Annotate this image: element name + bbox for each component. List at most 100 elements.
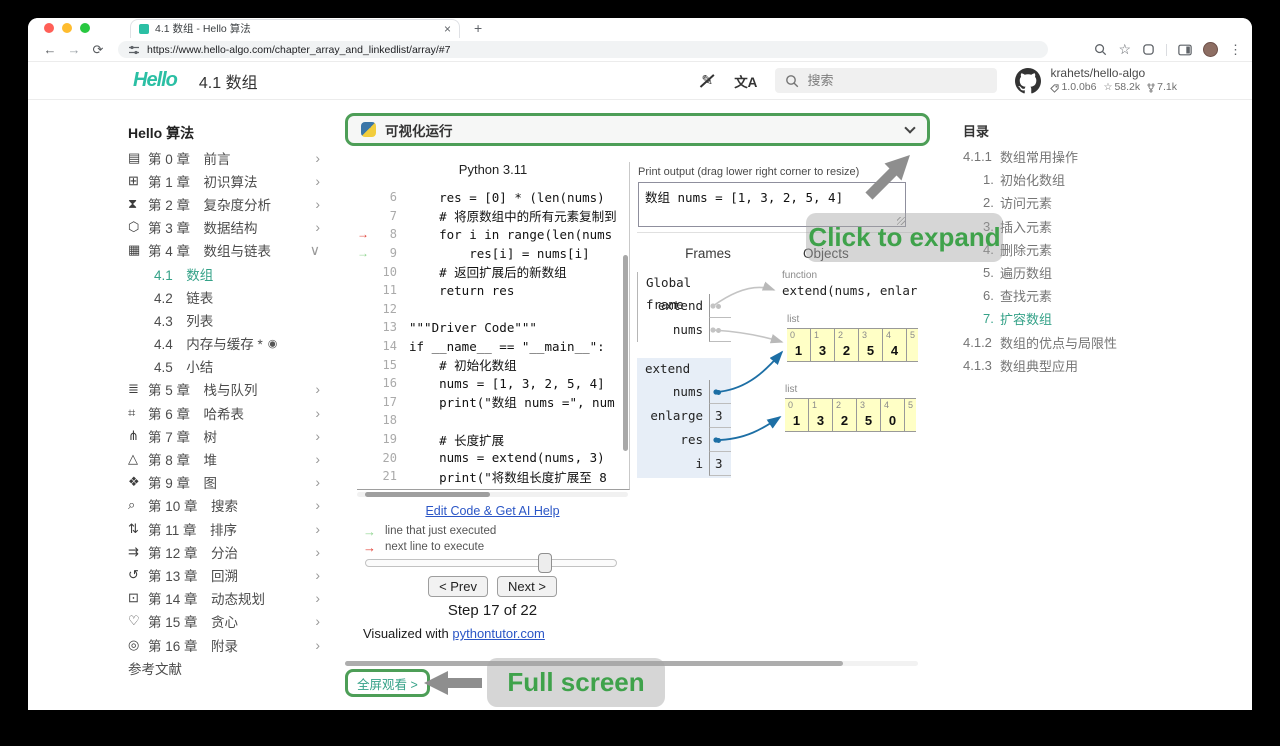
- address-bar[interactable]: https://www.hello-algo.com/chapter_array…: [118, 41, 1048, 58]
- toc-item[interactable]: 2. 访问元素: [963, 191, 1208, 214]
- sidebar-item[interactable]: △ 第 8 章 堆 ›: [128, 447, 320, 470]
- sidebar-item[interactable]: ▤ 第 0 章 前言 ›: [128, 146, 320, 169]
- sidebar-item[interactable]: ↺ 第 13 章 回溯 ›: [128, 563, 320, 586]
- slider-handle[interactable]: [538, 553, 552, 573]
- star-icon: ☆: [1103, 82, 1112, 95]
- pointer-dot: [716, 438, 721, 443]
- sidebar-item[interactable]: ≣ 第 5 章 栈与队列 ›: [128, 378, 320, 401]
- sidebar-item[interactable]: ❖ 第 9 章 图 ›: [128, 471, 320, 494]
- sidebar-item[interactable]: ⋔ 第 7 章 树 ›: [128, 424, 320, 447]
- chevron-icon[interactable]: ›: [315, 590, 320, 606]
- reload-button[interactable]: ⟳: [86, 42, 110, 58]
- sidebar-item[interactable]: 参考文献: [128, 656, 320, 679]
- theme-toggle-icon[interactable]: ✎: [698, 72, 716, 89]
- pythontutor-link[interactable]: pythontutor.com: [452, 626, 545, 641]
- back-button[interactable]: ←: [38, 42, 62, 57]
- edit-code-link[interactable]: Edit Code & Get AI Help: [357, 504, 628, 518]
- scrollbar-thumb[interactable]: [365, 492, 490, 497]
- chevron-icon[interactable]: ›: [315, 428, 320, 444]
- pointer-dot: [716, 328, 721, 333]
- sidebar-item[interactable]: ⊞ 第 1 章 初识算法 ›: [128, 169, 320, 192]
- browser-menu-icon[interactable]: ⋮: [1229, 42, 1242, 58]
- search-box[interactable]: [775, 68, 997, 93]
- bookmark-star-icon[interactable]: ☆: [1118, 41, 1131, 58]
- sidebar-item[interactable]: 4.2 链表: [128, 285, 320, 308]
- prev-button[interactable]: < Prev: [428, 576, 488, 597]
- sidebar-item[interactable]: ⇅ 第 11 章 排序 ›: [128, 517, 320, 540]
- chevron-icon[interactable]: ∨: [310, 242, 320, 259]
- chevron-icon[interactable]: ›: [315, 637, 320, 653]
- sidebar-item[interactable]: ◎ 第 16 章 附录 ›: [128, 633, 320, 656]
- code-horizontal-scrollbar[interactable]: [357, 492, 628, 497]
- sidebar-item[interactable]: ⬡ 第 3 章 数据结构 ›: [128, 216, 320, 239]
- sidebar-item[interactable]: ⌕ 第 10 章 搜索 ›: [128, 494, 320, 517]
- chevron-icon[interactable]: ›: [315, 613, 320, 629]
- chevron-icon[interactable]: ›: [315, 150, 320, 166]
- code-text: if __name__ == "__main__":: [409, 339, 605, 354]
- sidebar-item[interactable]: ♡ 第 15 章 贪心 ›: [128, 610, 320, 633]
- chevron-icon[interactable]: ›: [315, 451, 320, 467]
- browser-tab[interactable]: 4.1 数组 - Hello 算法 ×: [130, 19, 460, 38]
- sidebar-item[interactable]: 4.5 小结: [128, 355, 320, 378]
- line-number: 11: [375, 283, 397, 297]
- list-cell: 4 4: [882, 328, 907, 362]
- next-button[interactable]: Next >: [497, 576, 557, 597]
- screenshot-root: 4.1 数组 - Hello 算法 × + ← → ⟳ https://www.…: [0, 0, 1280, 746]
- language-icon[interactable]: 文A: [734, 71, 757, 91]
- extensions-icon[interactable]: [1142, 43, 1155, 56]
- sidebar-item[interactable]: ▦ 第 4 章 数组与链表 ∨: [128, 239, 320, 262]
- code-pane[interactable]: Python 3.11 6 res = [0] * (len(nums) 7 #…: [357, 162, 630, 490]
- sidebar-item[interactable]: Hello 算法: [128, 120, 320, 146]
- side-panel-icon[interactable]: [1178, 44, 1192, 56]
- chevron-icon[interactable]: ›: [315, 567, 320, 583]
- toc-item[interactable]: 7. 扩容数组: [963, 307, 1208, 330]
- chevron-icon[interactable]: ›: [315, 497, 320, 513]
- profile-avatar[interactable]: [1203, 42, 1218, 57]
- chevron-icon[interactable]: ›: [315, 219, 320, 235]
- maximize-window-button[interactable]: [80, 23, 90, 33]
- zoom-icon[interactable]: [1094, 43, 1107, 56]
- chevron-icon[interactable]: ›: [315, 521, 320, 537]
- toc-item[interactable]: 1. 初始化数组: [963, 168, 1208, 191]
- github-icon: [1015, 68, 1041, 94]
- toc-item[interactable]: 4.1.2 数组的优点与局限性: [963, 331, 1208, 354]
- chevron-icon[interactable]: ›: [315, 544, 320, 560]
- toc-item[interactable]: 6. 查找元素: [963, 284, 1208, 307]
- forward-button[interactable]: →: [62, 42, 86, 57]
- code-vertical-scrollbar[interactable]: [623, 255, 628, 451]
- close-tab-icon[interactable]: ×: [444, 22, 451, 36]
- sidebar-item[interactable]: 4.3 列表: [128, 308, 320, 331]
- chevron-down-icon[interactable]: [904, 122, 915, 133]
- fullscreen-button[interactable]: 全屏观看 >: [345, 669, 430, 697]
- chevron-icon[interactable]: ›: [315, 474, 320, 490]
- toc-item[interactable]: 4.1.1 数组常用操作: [963, 145, 1208, 168]
- site-settings-icon[interactable]: [128, 44, 140, 56]
- github-repo-link[interactable]: krahets/hello-algo 1.0.0b6 ☆58.2k 7.1k: [1015, 66, 1177, 94]
- chevron-icon[interactable]: ›: [315, 173, 320, 189]
- sidebar-item[interactable]: 4.4 内存与缓存 * ◉: [128, 332, 320, 355]
- toc-item-number: 4.1.1: [963, 149, 1000, 164]
- new-tab-button[interactable]: +: [474, 20, 482, 36]
- chevron-icon[interactable]: ›: [315, 381, 320, 397]
- site-logo[interactable]: Hello: [133, 69, 177, 92]
- toc-item-label: 数组的优点与局限性: [1000, 333, 1117, 352]
- list-cell: 3 5: [856, 398, 881, 432]
- toc-item-number: 2.: [983, 195, 1000, 210]
- sidebar-item[interactable]: ⧗ 第 2 章 复杂度分析 ›: [128, 192, 320, 215]
- sidebar-item[interactable]: ⇉ 第 12 章 分治 ›: [128, 540, 320, 563]
- visual-run-panel-header[interactable]: 可视化运行: [345, 113, 930, 146]
- chevron-icon[interactable]: ›: [315, 196, 320, 212]
- sidebar-item[interactable]: 4.1 数组: [128, 262, 320, 285]
- minimize-window-button[interactable]: [62, 23, 72, 33]
- sidebar-item-label: 第 2 章 复杂度分析: [148, 194, 271, 214]
- pointer-dot: [716, 304, 721, 309]
- toc-item[interactable]: 5. 遍历数组: [963, 261, 1208, 284]
- sidebar-item[interactable]: ⊡ 第 14 章 动态规划 ›: [128, 587, 320, 610]
- chevron-icon[interactable]: ›: [315, 405, 320, 421]
- close-window-button[interactable]: [44, 23, 54, 33]
- chapter-icon: ❖: [128, 474, 148, 490]
- step-slider[interactable]: [365, 559, 617, 567]
- toc-item[interactable]: 4.1.3 数组典型应用: [963, 354, 1208, 377]
- search-input[interactable]: [807, 73, 967, 88]
- sidebar-item[interactable]: ⌗ 第 6 章 哈希表 ›: [128, 401, 320, 424]
